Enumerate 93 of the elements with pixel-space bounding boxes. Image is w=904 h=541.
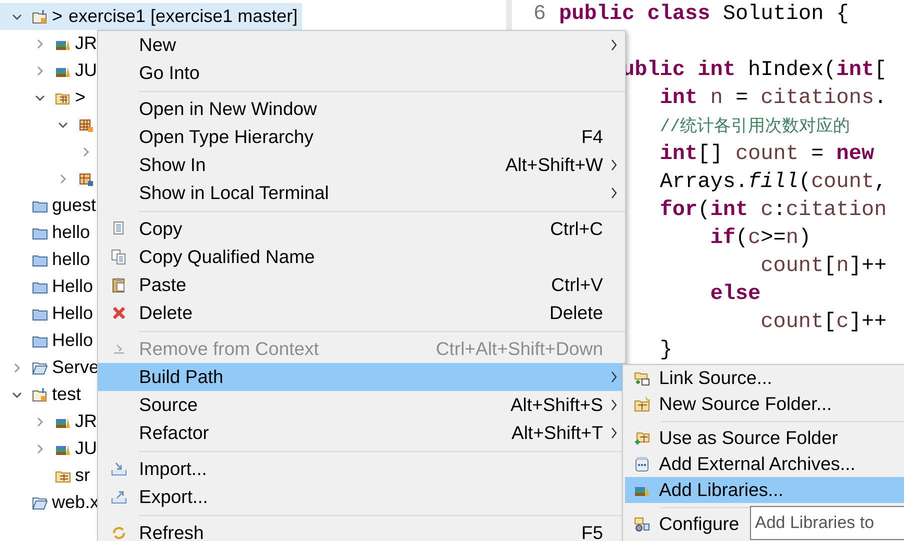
code-line: Arrays.fill(count,: [660, 170, 887, 196]
jar-icon: [634, 456, 650, 472]
tree-item-label: test: [52, 384, 82, 405]
folder-icon: [32, 494, 48, 510]
code-line: int[] count = new: [660, 142, 874, 168]
tree-item-label: sr: [75, 465, 90, 486]
menu-item[interactable]: New Source Folder...: [625, 391, 904, 417]
tree-item-label: guest: [52, 195, 96, 216]
tree-row[interactable]: JU: [0, 435, 101, 462]
tree-item-label: JU: [75, 438, 97, 459]
menu-item[interactable]: Copy Ctrl+C: [98, 215, 625, 243]
tree-row[interactable]: hello: [0, 219, 94, 246]
tree-item-label: JR: [75, 33, 97, 54]
project-folder-icon: [32, 386, 48, 402]
tree-item-label: Hello: [52, 330, 94, 351]
chevron-right-icon[interactable]: [81, 146, 91, 156]
code-line: int n = citations.: [660, 86, 887, 112]
code-line: else: [710, 282, 761, 308]
clipboard-icon: [110, 277, 126, 293]
menu-item[interactable]: Paste Ctrl+V: [98, 271, 625, 299]
chevron-right-icon[interactable]: [58, 174, 68, 184]
menu-item[interactable]: New: [98, 31, 625, 59]
tree-row[interactable]: hello: [0, 246, 94, 273]
add-folder-icon: [634, 430, 650, 446]
tree-row[interactable]: > exercise1 [exercise1 master]: [0, 3, 302, 30]
tree-row[interactable]: Hello: [0, 273, 98, 300]
code-line: for(int c:citation: [660, 198, 887, 224]
chevron-down-icon[interactable]: [58, 120, 68, 130]
export-icon: [110, 489, 126, 505]
chevron-right-icon[interactable]: [35, 444, 45, 454]
menu-item[interactable]: Use as Source Folder: [625, 425, 904, 451]
tree-item-label: hello: [52, 222, 90, 243]
chevron-right-icon[interactable]: [35, 416, 45, 426]
menu-item[interactable]: Import...: [98, 455, 625, 483]
tree-row[interactable]: JR: [0, 408, 101, 435]
refresh-icon: [110, 525, 126, 541]
code-line: count[n]++: [760, 254, 887, 280]
configure-icon: [634, 516, 650, 532]
code-line: count[c]++: [760, 310, 887, 336]
tree-row[interactable]: guest: [0, 192, 100, 219]
tree-row[interactable]: JR: [0, 30, 101, 57]
copy-icon: [110, 221, 126, 237]
menu-item[interactable]: Copy Qualified Name: [98, 243, 625, 271]
delete-icon: [110, 305, 126, 321]
menu-item[interactable]: Go Into: [98, 59, 625, 87]
tree-item-label: JU: [75, 60, 97, 81]
tree-item-label: JR: [75, 411, 97, 432]
decoration-marker: >: [52, 6, 63, 27]
menu-item[interactable]: Source Alt+Shift+S: [98, 391, 625, 419]
new-folder-icon: [634, 396, 650, 412]
code-line: //统计各引用次数对应的: [660, 116, 850, 139]
link-folder-icon: [634, 370, 650, 386]
tree-row[interactable]: >: [0, 84, 96, 111]
tree-row[interactable]: JU: [0, 57, 101, 84]
menu-item[interactable]: Add External Archives...: [625, 451, 904, 477]
tree-item-label: Serve: [52, 357, 100, 378]
tree-item-label: web.x: [52, 492, 100, 513]
line-number: 6: [533, 3, 546, 26]
chevron-down-icon[interactable]: [12, 12, 22, 22]
menu-item[interactable]: Refactor Alt+Shift+T: [98, 419, 625, 447]
tree-row[interactable]: test: [0, 381, 86, 408]
chevron-down-icon[interactable]: [12, 390, 22, 400]
menu-item[interactable]: Open in New Window: [98, 95, 625, 123]
tree-item-label: exercise1 [exercise1 master]: [68, 6, 298, 27]
import-icon: [110, 461, 126, 477]
tree-item-label: Hello: [52, 276, 94, 297]
copy-icon: [110, 249, 126, 265]
package-icon: [78, 116, 94, 132]
decoration-marker: >: [75, 87, 86, 108]
tree-row[interactable]: Hello: [0, 300, 98, 327]
code-line: if(c>=n): [710, 226, 812, 252]
chevron-right-icon[interactable]: [35, 66, 45, 76]
tree-row[interactable]: Hello: [0, 327, 98, 354]
menu-item[interactable]: Refresh F5: [98, 519, 625, 541]
menu-item[interactable]: Add Libraries...: [625, 477, 904, 503]
tooltip: Add Libraries to: [750, 506, 904, 540]
tree-item-label: Hello: [52, 303, 94, 324]
code-line: public class Solution {: [559, 2, 849, 28]
menu-item[interactable]: Build Path: [98, 363, 625, 391]
project-folder-icon: [32, 8, 48, 24]
tree-item-label: hello: [52, 249, 90, 270]
code-line: }: [660, 338, 672, 364]
folder-icon: [32, 360, 48, 376]
chevron-right-icon[interactable]: [12, 362, 22, 372]
package-icon: [78, 170, 94, 186]
chevron-down-icon[interactable]: [35, 92, 45, 102]
tree-row[interactable]: sr: [0, 462, 94, 489]
menu-item[interactable]: Show in Local Terminal: [98, 179, 625, 207]
menu-item[interactable]: Link Source...: [625, 365, 904, 391]
chevron-right-icon[interactable]: [35, 38, 45, 48]
menu-item[interactable]: Delete Delete: [98, 299, 625, 327]
menu-item[interactable]: Show In Alt+Shift+W: [98, 151, 625, 179]
menu-item[interactable]: Open Type Hierarchy F4: [98, 123, 625, 151]
